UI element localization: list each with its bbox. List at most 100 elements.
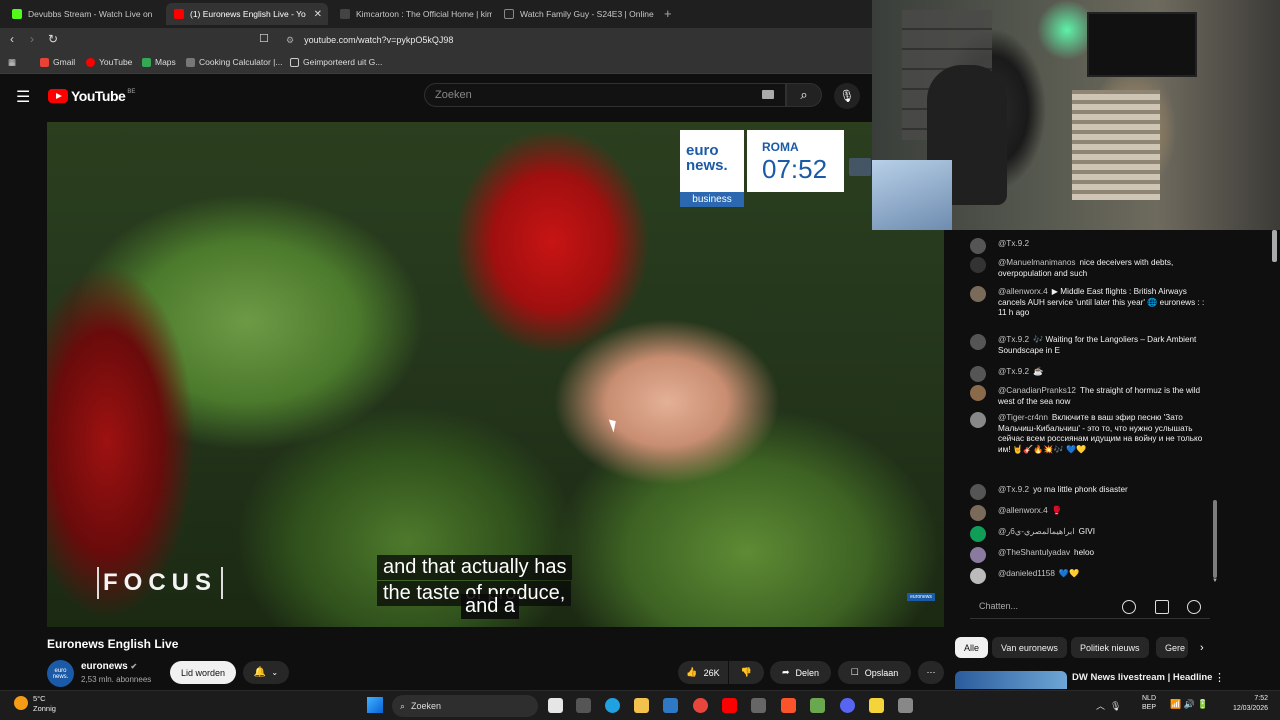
focus-brand: FOCUS (97, 567, 223, 599)
share-icon: ➦ (781, 667, 790, 677)
task-view-icon[interactable] (548, 698, 563, 713)
store-icon[interactable] (576, 698, 591, 713)
weather-widget[interactable]: 5°C Zonnig (33, 694, 56, 714)
bookmark-cooking[interactable]: Cooking Calculator |... (186, 57, 282, 67)
browser-tab-active[interactable]: (1) Euronews English Live - Yo ✕ (166, 3, 328, 25)
wifi-volume-battery-icon[interactable]: 📶 🔊 🔋 (1170, 699, 1209, 710)
reload-icon[interactable]: ↻ (48, 32, 58, 46)
chevron-down-icon: ⌄ (271, 668, 279, 677)
page-scrollbar[interactable] (1272, 230, 1277, 262)
recommendation-thumbnail[interactable] (955, 671, 1067, 689)
chip-related[interactable]: Gere (1156, 637, 1188, 658)
brave-icon[interactable] (781, 698, 796, 713)
heart-icon[interactable] (1187, 600, 1201, 614)
outlook-icon[interactable] (663, 698, 678, 713)
video-player[interactable]: FOCUS and that actually has the taste of… (47, 122, 944, 627)
chrome-icon[interactable] (693, 698, 708, 713)
discord-icon[interactable] (840, 698, 855, 713)
notifications-button[interactable]: 🔔 ⌄ (243, 661, 289, 684)
edge-icon[interactable] (605, 698, 620, 713)
video-title: Euronews English Live (47, 637, 179, 651)
emoji-icon[interactable] (1122, 600, 1136, 614)
chat-text: heloo (1074, 548, 1095, 557)
app-icon[interactable] (869, 698, 884, 713)
file-explorer-icon[interactable] (634, 698, 649, 713)
more-icon[interactable]: ⋮ (1214, 671, 1225, 684)
chat-text: GIVI (1078, 527, 1095, 536)
thumbs-down-icon: 👎 (740, 667, 753, 677)
kick-icon (12, 9, 22, 19)
super-chat-icon[interactable] (1155, 600, 1169, 614)
taskbar-clock[interactable]: 7:52 12/03/2026 (1218, 694, 1268, 714)
youtube-logo[interactable]: YouTube BE (48, 88, 135, 104)
taskbar-search[interactable]: ⌕ Zoeken (392, 695, 538, 717)
bookmark-youtube[interactable]: YouTube (86, 57, 132, 67)
calculator-icon[interactable] (751, 698, 766, 713)
bookmark-label: Cooking Calculator |... (199, 57, 283, 67)
voice-search-button[interactable]: 🎙 (834, 83, 860, 109)
tab-title: Devubbs Stream - Watch Live on (28, 9, 153, 19)
app-icon[interactable] (898, 698, 913, 713)
channel-avatar[interactable]: euro news. (47, 660, 74, 687)
chip-political-news[interactable]: Politiek nieuws (1071, 637, 1149, 658)
avatar (970, 257, 986, 273)
recommendation-title[interactable]: DW News livestream | Headline (1072, 672, 1212, 683)
system-tray[interactable]: ︿ 🎙 (1096, 699, 1121, 712)
bookmark-imported[interactable]: Geimporteerd uit G... (290, 57, 382, 67)
search-button[interactable]: ⌕ (786, 83, 822, 107)
chevron-right-icon[interactable]: › (1200, 642, 1204, 654)
chip-from-euronews[interactable]: Van euronews (992, 637, 1067, 658)
like-button[interactable]: 👍 26K (678, 661, 728, 684)
language-indicator[interactable]: NLD BEP (1142, 694, 1156, 712)
onscreen-clock: ROMA 07:52 (747, 130, 844, 192)
apps-icon[interactable]: ▦ (8, 57, 16, 68)
windows-start-icon[interactable] (367, 697, 383, 713)
bookmark-icon[interactable]: ☐ (259, 32, 269, 45)
avatar (970, 568, 986, 584)
live-chat: @Tx.9.2 @Manuelmanimanos nice deceivers w… (956, 230, 1224, 590)
site-info-icon[interactable]: ⚙ (286, 35, 294, 46)
webcam-screen (872, 160, 952, 230)
dislike-button[interactable]: 👎 (729, 661, 764, 684)
new-tab-button[interactable]: + (664, 6, 672, 21)
menu-icon[interactable]: ☰ (16, 87, 30, 107)
browser-tab[interactable]: Watch Family Guy - S24E3 | Online H (496, 3, 656, 25)
chat-author: @Tx.9.2 (998, 367, 1030, 376)
back-icon[interactable]: ‹ (10, 32, 14, 46)
channel-name[interactable]: euronews ✔ (81, 661, 137, 672)
scroll-down-icon[interactable]: ▼ (1212, 578, 1218, 584)
folder-icon (290, 57, 299, 67)
chat-text: yo ma little phonk disaster (1033, 485, 1128, 494)
app-icon[interactable] (810, 698, 825, 713)
chat-author: @danieled1158 (998, 569, 1055, 578)
cooking-icon (186, 57, 195, 67)
avatar (970, 484, 986, 500)
forward-icon[interactable]: › (30, 32, 34, 46)
browser-tab[interactable]: Kimcartoon : The Official Home | kim (332, 3, 492, 25)
browser-tab[interactable]: Devubbs Stream - Watch Live on (4, 3, 164, 25)
chat-author: @ابراهيمالمصري-ي6ر (998, 527, 1075, 536)
keyboard-icon[interactable] (762, 90, 774, 99)
bookmark-gmail[interactable]: Gmail (40, 57, 75, 67)
chat-scrollbar[interactable] (1213, 500, 1217, 578)
save-label: Opslaan (864, 667, 899, 678)
more-actions-button[interactable]: ⋯ (918, 661, 944, 684)
join-button[interactable]: Lid worden (170, 661, 237, 684)
chat-author: @Tiger-cr4nn (998, 413, 1048, 422)
search-input[interactable]: Zoeken (424, 83, 786, 107)
sun-icon[interactable] (14, 696, 28, 710)
mic-icon: 🎙 (839, 89, 855, 103)
save-button[interactable]: ☐ Opslaan (838, 661, 911, 684)
chat-input[interactable]: Chatten... (970, 594, 1210, 619)
chip-all[interactable]: Alle (955, 637, 989, 658)
bookmark-maps[interactable]: Maps (142, 57, 176, 67)
chat-author: @Tx.9.2 (998, 485, 1030, 494)
share-button[interactable]: ➦ Delen (770, 661, 831, 684)
bookmark-label: Geimporteerd uit G... (303, 57, 383, 67)
url-text: youtube.com/watch?v=pykpO5kQJ98 (304, 35, 454, 45)
address-bar[interactable]: ⚙ youtube.com/watch?v=pykpO5kQJ98 (280, 31, 870, 49)
close-icon[interactable]: ✕ (314, 9, 322, 20)
chat-author: @TheShantulyadav (998, 548, 1071, 557)
youtube-icon[interactable] (722, 698, 737, 713)
youtube-icon (174, 9, 184, 19)
